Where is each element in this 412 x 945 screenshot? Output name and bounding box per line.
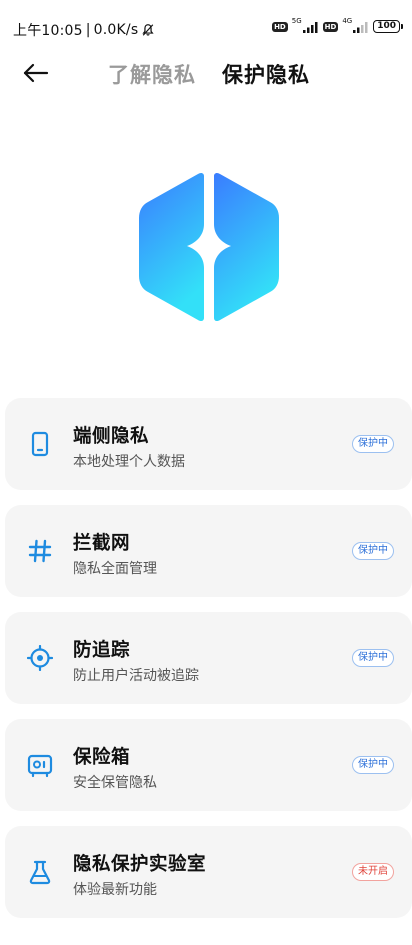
- network-type-label-2: 4G: [342, 17, 353, 25]
- tab-understand-privacy[interactable]: 了解隐私: [108, 59, 196, 89]
- card-title: 拦截网: [73, 533, 131, 554]
- status-time: 上午10:05: [13, 23, 83, 39]
- card-title: 隐私保护实验室: [73, 854, 207, 875]
- flask-icon: [29, 860, 51, 885]
- card-safe-box[interactable]: 保险箱 安全保管隐私 保护中: [5, 719, 412, 811]
- bell-muted-icon: [142, 24, 154, 36]
- hash-icon: [28, 539, 52, 563]
- card-on-device-privacy[interactable]: 端侧隐私 本地处理个人数据 保护中: [5, 398, 412, 490]
- status-left: 上午10:05 | 0.0K/s: [13, 20, 155, 40]
- header: 了解隐私 保护隐私: [0, 54, 412, 94]
- card-privacy-lab[interactable]: 隐私保护实验室 体验最新功能 未开启: [5, 826, 412, 918]
- status-badge: 保护中: [352, 542, 394, 560]
- signal-icon-2: [353, 21, 368, 33]
- back-arrow-icon: [23, 63, 49, 83]
- phone-icon: [31, 431, 49, 457]
- status-badge: 保护中: [352, 435, 394, 453]
- status-right: HD 5G HD 4G 100: [272, 17, 403, 33]
- card-interception-net[interactable]: 拦截网 隐私全面管理 保护中: [5, 505, 412, 597]
- privacy-shield-logo: [139, 172, 279, 322]
- battery-icon: 100: [373, 20, 403, 33]
- status-bar: 上午10:05 | 0.0K/s HD 5G HD 4G 100: [0, 0, 412, 58]
- signal-icon: [302, 21, 318, 33]
- crosshair-icon: [27, 645, 53, 671]
- status-separator: |: [85, 22, 91, 38]
- back-button[interactable]: [20, 57, 52, 89]
- status-net-speed: 0.0K/s: [93, 22, 139, 38]
- hd-badge-2: HD: [322, 21, 339, 32]
- privacy-protection-page: 上午10:05 | 0.0K/s HD 5G HD 4G 100 了解隐私 保护…: [0, 0, 412, 945]
- card-subtitle: 防止用户活动被追踪: [73, 668, 199, 684]
- status-badge: 保护中: [352, 649, 394, 667]
- hd-badge: HD: [272, 21, 288, 32]
- status-badge: 未开启: [352, 863, 394, 881]
- card-title: 端侧隐私: [73, 426, 150, 447]
- card-subtitle: 本地处理个人数据: [73, 454, 185, 470]
- status-badge: 保护中: [352, 756, 394, 774]
- card-subtitle: 隐私全面管理: [73, 561, 157, 577]
- card-subtitle: 体验最新功能: [73, 882, 157, 898]
- tab-protect-privacy[interactable]: 保护隐私: [222, 59, 310, 89]
- safe-icon: [27, 754, 53, 778]
- card-title: 防追踪: [73, 640, 131, 661]
- network-type-label: 5G: [291, 17, 302, 25]
- card-subtitle: 安全保管隐私: [73, 775, 157, 791]
- card-title: 保险箱: [73, 747, 131, 768]
- card-anti-tracking[interactable]: 防追踪 防止用户活动被追踪 保护中: [5, 612, 412, 704]
